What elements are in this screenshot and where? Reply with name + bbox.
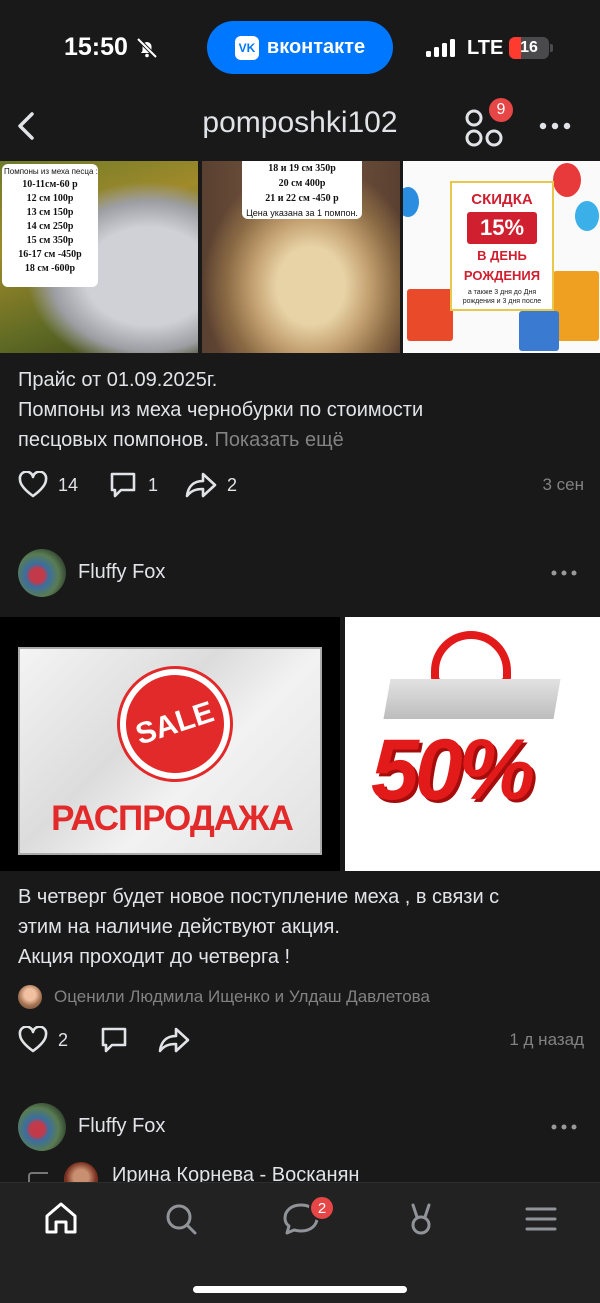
post-text-line: В четверг будет новое поступление меха ,… xyxy=(18,886,500,908)
comment-button[interactable] xyxy=(99,1026,129,1054)
price-note: Цена указана за 1 помпон. xyxy=(246,208,358,218)
clips-icon[interactable] xyxy=(401,1199,441,1239)
share-button[interactable]: 2 xyxy=(185,471,237,499)
author-name[interactable]: Fluffy Fox xyxy=(78,561,165,584)
heart-icon xyxy=(18,1026,48,1053)
battery-tip xyxy=(550,44,553,52)
comment-icon xyxy=(101,1027,127,1053)
discount-50-text: 50% xyxy=(371,722,535,818)
status-bar: 15:50 VK вконтакте LTE 16 xyxy=(0,0,600,96)
post-photo[interactable]: СКИДКА 15% В ДЕНЬ РОЖДЕНИЯ а также 3 дня… xyxy=(403,161,600,353)
discount-line: РОЖДЕНИЯ xyxy=(463,268,541,283)
post-date: 1 д назад xyxy=(509,1030,584,1049)
price-line: 21 и 22 см -450 р xyxy=(265,193,339,204)
price-list-card: 18 и 19 см 350р 20 см 400р 21 и 22 см -4… xyxy=(242,161,362,219)
post-text: В четверг будет новое поступление меха ,… xyxy=(18,882,588,972)
price-line: 12 см 100р xyxy=(26,193,74,204)
post-actions: 2 1 д назад xyxy=(0,1018,600,1058)
sale-word: РАСПРОДАЖА xyxy=(51,799,294,838)
post-photo[interactable]: 18 и 19 см 350р 20 см 400р 21 и 22 см -4… xyxy=(202,161,400,353)
post-text-line: Акция проходит до четверга ! xyxy=(18,946,291,968)
home-icon[interactable] xyxy=(41,1199,81,1239)
discount-note: а также 3 дня до Дня рождения и 3 дня по… xyxy=(462,289,542,305)
price-line: 18 см -600р xyxy=(24,263,76,274)
comment-count: 1 xyxy=(148,474,159,495)
home-indicator xyxy=(193,1286,407,1293)
price-line: 15 см 350р xyxy=(26,235,74,246)
like-count: 14 xyxy=(58,474,79,495)
liked-by-text: Оценили Людмила Ищенко и Улдаш Давлетова xyxy=(54,987,430,1006)
post-text: Прайс от 01.09.2025г. Помпоны из меха че… xyxy=(18,365,588,455)
comment-button[interactable]: 1 xyxy=(108,471,158,499)
post-text-line: песцовых помпонов. xyxy=(18,429,209,451)
sale-seal: SALE xyxy=(105,654,245,794)
post-text-line: Помпоны из меха чернобурки по стоимости xyxy=(18,399,424,421)
price-line: 10-11см-60 р xyxy=(22,179,78,190)
network-type: LTE xyxy=(467,37,504,59)
post-photo[interactable]: Помпоны из меха песца : 10-11см-60 р 12 … xyxy=(0,161,198,353)
heart-icon xyxy=(18,471,48,498)
price-line: 16-17 см -450р xyxy=(18,249,82,260)
share-icon xyxy=(185,472,217,498)
liked-by[interactable]: Оценили Людмила Ищенко и Улдаш Давлетова xyxy=(18,983,588,1011)
avatar xyxy=(18,985,42,1009)
birthday-discount-sign: СКИДКА 15% В ДЕНЬ РОЖДЕНИЯ а также 3 дня… xyxy=(450,181,554,311)
post-photo-row: SALE РАСПРОДАЖА 50% xyxy=(0,617,600,871)
price-line: 18 и 19 см 350р xyxy=(268,163,336,174)
post-photo-row: Помпоны из меха песца : 10-11см-60 р 12 … xyxy=(0,161,600,353)
repost-icon xyxy=(28,1172,48,1182)
sale-seal-text: SALE xyxy=(131,695,218,752)
bottom-tab-bar: 2 xyxy=(0,1182,600,1303)
more-options-icon[interactable] xyxy=(550,1119,578,1135)
avatar[interactable] xyxy=(18,1103,66,1151)
show-more-link[interactable]: Показать ещё xyxy=(214,429,343,451)
post-photo[interactable]: 50% xyxy=(345,617,600,871)
vk-logo-icon: VK xyxy=(234,35,259,60)
comment-icon xyxy=(110,472,136,498)
price-line: 14 см 250р xyxy=(26,221,74,232)
repost-author-name: Ирина Корнева - Восканян xyxy=(112,1164,360,1182)
community-header: pomposhki102 9 xyxy=(0,96,600,158)
vk-app-pill[interactable]: VK вконтакте xyxy=(207,21,393,74)
like-count: 2 xyxy=(58,1029,69,1050)
price-list-card: Помпоны из меха песца : 10-11см-60 р 12 … xyxy=(2,164,98,287)
battery-icon: 16 xyxy=(509,37,549,59)
vk-app-pill-label: вконтакте xyxy=(266,36,366,58)
post-photo[interactable]: SALE РАСПРОДАЖА xyxy=(0,617,340,871)
share-count: 2 xyxy=(227,474,238,495)
discount-line: В ДЕНЬ xyxy=(477,248,527,263)
signal-icon xyxy=(426,39,455,57)
discount-percent: 15% xyxy=(467,212,537,244)
bell-muted-icon xyxy=(136,37,158,59)
battery-level: 16 xyxy=(520,39,538,56)
post-text-line: этим на наличие действуют акция. xyxy=(18,916,340,938)
share-icon xyxy=(158,1027,190,1053)
sale-banner: SALE РАСПРОДАЖА xyxy=(18,647,322,855)
services-badge: 9 xyxy=(487,96,515,124)
gift-lid xyxy=(383,679,561,719)
price-line: 20 см 400р xyxy=(278,178,326,189)
menu-icon[interactable] xyxy=(521,1199,561,1239)
repost-source[interactable]: Ирина Корнева - Восканян xyxy=(28,1162,588,1182)
author-name[interactable]: Fluffy Fox xyxy=(78,1115,165,1138)
post-author[interactable]: Fluffy Fox xyxy=(0,549,600,605)
price-list-title: Помпоны из меха песца : xyxy=(4,167,98,176)
post-date: 3 сен xyxy=(542,475,584,494)
post-text-line: Прайс от 01.09.2025г. xyxy=(18,369,218,391)
messages-badge: 2 xyxy=(309,1195,335,1221)
avatar xyxy=(64,1162,98,1182)
discount-heading: СКИДКА xyxy=(471,191,533,208)
status-time: 15:50 xyxy=(64,33,128,61)
like-button[interactable]: 2 xyxy=(18,1026,68,1054)
search-icon[interactable] xyxy=(161,1199,201,1239)
post-author[interactable]: Fluffy Fox xyxy=(0,1103,600,1159)
price-line: 13 см 150р xyxy=(26,207,74,218)
avatar[interactable] xyxy=(18,549,66,597)
share-button[interactable] xyxy=(158,1026,190,1054)
more-options-icon[interactable] xyxy=(537,114,573,138)
post-actions: 14 1 2 3 сен xyxy=(0,463,600,503)
more-options-icon[interactable] xyxy=(550,565,578,581)
like-button[interactable]: 14 xyxy=(18,471,78,499)
